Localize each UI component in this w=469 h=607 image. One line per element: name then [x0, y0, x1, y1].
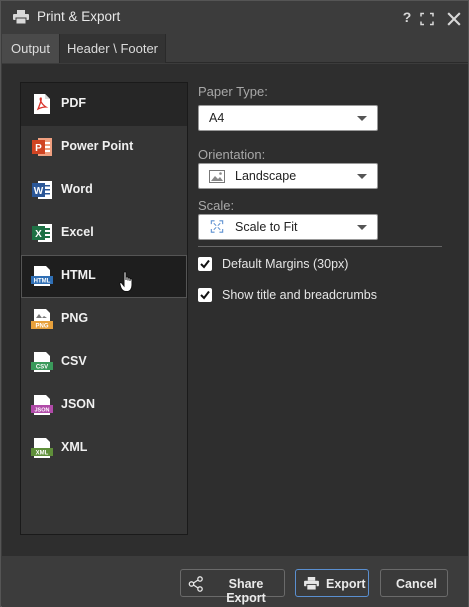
html-badge: HTML [34, 279, 51, 285]
format-label-csv: CSV [61, 354, 87, 368]
title-bar: Print & Export ? [1, 1, 468, 34]
scale-value: Scale to Fit [235, 220, 298, 234]
chevron-down-icon [357, 174, 367, 179]
cancel-button[interactable]: Cancel [380, 569, 448, 597]
csv-icon: CSV [31, 352, 53, 372]
cancel-label: Cancel [396, 577, 437, 591]
printer-icon [13, 10, 29, 24]
format-label-powerpoint: Power Point [61, 139, 134, 153]
dialog-title: Print & Export [37, 9, 121, 24]
chevron-down-icon [357, 116, 367, 121]
scale-label: Scale: [198, 198, 235, 213]
svg-text:W: W [34, 186, 44, 197]
show-title-label: Show title and breadcrumbs [222, 288, 377, 302]
print-export-dialog: Print & Export ? Output Header \ Footer … [0, 0, 469, 607]
pdf-icon [34, 94, 50, 114]
json-icon: JSON [31, 395, 53, 415]
close-icon[interactable] [447, 11, 461, 27]
scale-select[interactable]: Scale to Fit [198, 214, 378, 240]
share-export-label: Share Export [226, 577, 266, 605]
show-title-checkbox[interactable] [198, 288, 212, 302]
share-icon [188, 576, 203, 592]
html-icon: HTML [31, 266, 53, 286]
tab-header-footer[interactable]: Header \ Footer [59, 34, 166, 63]
format-item-csv[interactable]: CSV CSV [21, 341, 187, 384]
json-badge: JSON [35, 408, 50, 414]
export-label: Export [326, 577, 366, 591]
format-label-json: JSON [61, 397, 96, 411]
orientation-select[interactable]: Landscape [198, 163, 378, 189]
options-divider [198, 246, 442, 247]
checkmark-icon [200, 290, 210, 300]
tab-bar: Output Header \ Footer [2, 34, 468, 63]
orientation-label: Orientation: [198, 147, 266, 162]
orientation-value: Landscape [235, 169, 297, 183]
png-badge: PNG [35, 324, 48, 330]
format-item-powerpoint[interactable]: P Power Point [21, 126, 187, 169]
format-item-json[interactable]: JSON JSON [21, 384, 187, 427]
landscape-icon [209, 170, 225, 183]
help-icon[interactable]: ? [400, 9, 414, 25]
paper-type-value: A4 [209, 111, 225, 125]
format-label-html: HTML [61, 268, 96, 282]
svg-text:X: X [35, 229, 42, 240]
format-item-xml[interactable]: XML XML [21, 427, 187, 470]
format-label-xml: XML [61, 440, 88, 454]
xml-icon: XML [31, 438, 53, 458]
format-item-pdf[interactable]: PDF [21, 83, 187, 126]
chevron-down-icon [357, 225, 367, 230]
csv-badge: CSV [36, 365, 48, 371]
format-label-png: PNG [61, 311, 89, 325]
format-label-pdf: PDF [61, 96, 86, 110]
png-icon: PNG [31, 309, 53, 330]
format-item-png[interactable]: PNG PNG [21, 298, 187, 341]
xml-badge: XML [36, 451, 49, 457]
format-item-html[interactable]: HTML HTML [21, 255, 187, 298]
excel-icon: X [32, 224, 52, 242]
default-margins-label: Default Margins (30px) [222, 257, 349, 271]
printer-icon [304, 577, 319, 590]
format-label-word: Word [61, 182, 93, 196]
svg-text:P: P [35, 143, 42, 154]
tab-output[interactable]: Output [2, 34, 59, 63]
format-item-word[interactable]: W Word [21, 169, 187, 212]
default-margins-checkbox[interactable] [198, 257, 212, 271]
word-icon: W [32, 181, 52, 199]
format-item-excel[interactable]: X Excel [21, 212, 187, 255]
format-list: PDF P Power Point W Word X Excel HTML HT… [20, 82, 188, 535]
maximize-icon[interactable] [420, 11, 434, 27]
powerpoint-icon: P [32, 138, 52, 156]
format-label-excel: Excel [61, 225, 94, 239]
paper-type-select[interactable]: A4 [198, 105, 378, 131]
scale-to-fit-icon [210, 220, 224, 233]
hand-cursor-icon [119, 271, 133, 292]
paper-type-label: Paper Type: [198, 84, 268, 99]
export-button[interactable]: Export [295, 569, 369, 597]
checkmark-icon [200, 259, 210, 269]
share-export-button[interactable]: Share Export [180, 569, 285, 605]
